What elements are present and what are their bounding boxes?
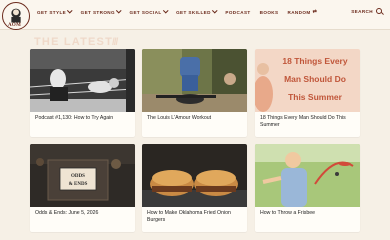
article-card[interactable]: The Louis L'Amour Workout <box>142 49 247 137</box>
card-title: How to Throw a Frisbee <box>260 210 315 216</box>
decorative-slashes: /// <box>112 37 118 48</box>
nav-random[interactable]: RANDOM ⇄ <box>287 9 317 15</box>
card-title: 18 Things Every Man Should Do This Summe… <box>260 115 346 129</box>
nav-books[interactable]: BOOKS <box>260 9 279 15</box>
chevron-down-icon <box>67 8 73 14</box>
card-title: How to Make Oklahoma Fried Onion Burgers <box>147 210 231 224</box>
main-nav: GET STYLE GET STRONG GET SOCIAL GET SKIL… <box>37 8 326 15</box>
nav-label: GET STYLE <box>37 9 67 15</box>
article-card[interactable]: 18 Things Every Man Should Do This Summe… <box>255 49 360 137</box>
search-button[interactable]: SEARCH <box>351 8 382 14</box>
nav-label: PODCAST <box>225 9 251 15</box>
svg-text:This Summer: This Summer <box>288 92 343 102</box>
search-icon <box>376 8 382 14</box>
nav-podcast[interactable]: PODCAST <box>225 9 250 15</box>
odds-ends-box-image: ODDS & ENDS <box>30 144 135 207</box>
nav-label: GET SOCIAL <box>129 9 162 15</box>
nav-get-social[interactable]: GET SOCIAL <box>129 8 168 15</box>
article-card[interactable]: Podcast #1,130: How to Try Again <box>30 49 135 137</box>
chevron-down-icon <box>162 8 168 14</box>
nav-get-skilled[interactable]: GET SKILLED <box>176 8 218 15</box>
logo-text: AOM <box>8 23 22 28</box>
svg-text:18 Things Every: 18 Things Every <box>282 56 347 66</box>
card-title: The Louis L'Amour Workout <box>147 115 212 121</box>
article-card[interactable]: How to Throw a Frisbee <box>255 144 360 232</box>
card-title: Odds & Ends: June 5, 2026 <box>35 210 99 216</box>
nav-get-strong[interactable]: GET STRONG <box>80 8 122 15</box>
nav-get-style[interactable]: GET STYLE <box>37 8 73 15</box>
weightlifter-outdoors-image <box>142 49 247 112</box>
onion-burgers-image <box>142 144 247 207</box>
svg-text:& ENDS: & ENDS <box>69 182 88 187</box>
article-card[interactable]: ODDS & ENDS Odds & Ends: June 5, 2026 <box>30 144 135 232</box>
frisbee-illustration-image <box>255 144 360 207</box>
chevron-down-icon <box>116 8 122 14</box>
chevron-down-icon <box>212 8 218 14</box>
article-card[interactable]: How to Make Oklahoma Fried Onion Burgers <box>142 144 247 232</box>
shuffle-icon: ⇄ <box>312 9 318 15</box>
nav-label: BOOKS <box>259 9 279 15</box>
svg-text:Man Should Do: Man Should Do <box>284 74 346 84</box>
svg-text:ODDS: ODDS <box>71 174 85 179</box>
section-title: THE LATEST <box>34 36 114 48</box>
nav-label: GET STRONG <box>80 9 115 15</box>
nav-label: RANDOM <box>287 9 311 15</box>
boxer-in-ring-image <box>30 49 135 112</box>
search-label: SEARCH <box>351 8 373 14</box>
site-header: AOM GET STYLE GET STRONG GET SOCIAL GET … <box>0 0 390 30</box>
card-title: Podcast #1,130: How to Try Again <box>35 115 114 121</box>
summer-illustration-image: 18 Things Every Man Should Do This Summe… <box>255 49 360 112</box>
nav-label: GET SKILLED <box>176 9 211 15</box>
